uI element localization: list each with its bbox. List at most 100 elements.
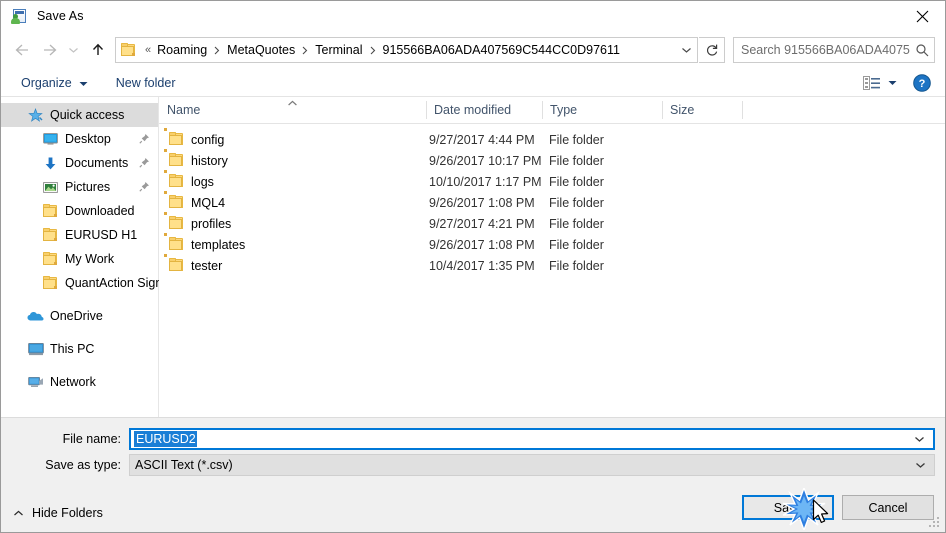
chevron-down-icon[interactable]: [915, 455, 926, 475]
save-button-label: Save: [773, 500, 803, 515]
table-row[interactable]: history 9/26/2017 10:17 PM File folder: [159, 149, 945, 171]
table-row[interactable]: config 9/27/2017 4:44 PM File folder: [159, 128, 945, 150]
content-area: Quick access Desktop Documents Pictures …: [1, 97, 945, 417]
breadcrumb-item-roaming[interactable]: Roaming: [155, 43, 209, 57]
sidebar-item-eurusd-h1[interactable]: EURUSD H1: [1, 223, 158, 247]
table-row[interactable]: tester 10/4/2017 1:35 PM File folder: [159, 254, 945, 276]
file-date-modified: 9/26/2017 1:08 PM: [429, 195, 535, 210]
save-as-type-value: ASCII Text (*.csv): [135, 458, 233, 472]
window-title: Save As: [37, 9, 84, 23]
organize-button[interactable]: Organize: [15, 71, 94, 95]
folder-icon: [164, 149, 185, 167]
folder-icon: [121, 42, 139, 58]
search-input[interactable]: Search 915566BA06ADA40756...: [733, 37, 935, 63]
organize-label: Organize: [21, 75, 72, 90]
file-name: MQL4: [191, 195, 226, 210]
sidebar-item-quantaction-signal[interactable]: QuantAction Signal: [1, 271, 172, 295]
folder-icon: [164, 191, 185, 209]
hide-folders-label: Hide Folders: [32, 506, 103, 520]
table-row[interactable]: MQL4 9/26/2017 1:08 PM File folder: [159, 191, 945, 213]
column-header-type[interactable]: Type: [542, 97, 662, 123]
file-date-modified: 9/27/2017 4:21 PM: [429, 216, 535, 231]
file-type: File folder: [549, 195, 604, 210]
recent-locations-chevron-icon[interactable]: [64, 37, 82, 63]
save-as-type-select[interactable]: ASCII Text (*.csv): [129, 454, 935, 476]
pin-icon[interactable]: [139, 157, 150, 171]
breadcrumb-item-terminal[interactable]: Terminal: [313, 43, 364, 57]
save-as-type-label: Save as type:: [45, 458, 121, 472]
sidebar-item-desktop[interactable]: Desktop: [1, 127, 158, 151]
column-header-size[interactable]: Size: [662, 97, 742, 123]
refresh-icon[interactable]: [699, 37, 725, 63]
chevron-down-icon[interactable]: [675, 38, 697, 62]
hide-folders-button[interactable]: Hide Folders: [13, 506, 103, 520]
folder-icon: [164, 212, 185, 230]
search-placeholder: Search 915566BA06ADA40756...: [741, 43, 910, 57]
file-type: File folder: [549, 237, 604, 252]
forward-arrow-icon[interactable]: [37, 37, 63, 63]
file-type: File folder: [549, 258, 604, 273]
sidebar-item-documents[interactable]: Documents: [1, 151, 158, 175]
sidebar-item-label: Documents: [65, 156, 129, 170]
svg-text:?: ?: [919, 78, 926, 90]
resize-grip[interactable]: [927, 515, 941, 529]
file-name: history: [191, 153, 228, 168]
up-arrow-icon[interactable]: [85, 37, 111, 63]
folder-icon: [42, 275, 59, 292]
search-icon: [910, 43, 934, 57]
sidebar-item-my-work[interactable]: My Work: [1, 247, 158, 271]
network-icon: [27, 374, 44, 391]
breadcrumb-item-terminal-id[interactable]: 915566BA06ADA407569C544CC0D97611: [381, 43, 622, 57]
sidebar-item-network[interactable]: Network: [1, 370, 158, 394]
sidebar-item-pictures[interactable]: Pictures: [1, 175, 158, 199]
toolbar: Organize New folder ?: [1, 69, 945, 97]
table-row[interactable]: templates 9/26/2017 1:08 PM File folder: [159, 233, 945, 255]
address-bar[interactable]: « Roaming MetaQuotes Terminal 915566BA06…: [115, 37, 698, 63]
sidebar-item-quick-access[interactable]: Quick access: [1, 103, 158, 127]
file-name: config: [191, 132, 225, 147]
save-button[interactable]: Save: [742, 495, 834, 520]
pin-icon[interactable]: [139, 181, 150, 195]
cancel-button-label: Cancel: [868, 500, 908, 515]
sidebar-item-this-pc[interactable]: This PC: [1, 337, 158, 361]
pin-icon[interactable]: [139, 133, 150, 147]
file-date-modified: 9/27/2017 4:44 PM: [429, 132, 535, 147]
table-row[interactable]: logs 10/10/2017 1:17 PM File folder: [159, 170, 945, 192]
new-folder-button[interactable]: New folder: [110, 71, 182, 95]
file-name: logs: [191, 174, 214, 189]
sidebar-item-label: OneDrive: [50, 309, 103, 323]
title-bar[interactable]: Save As: [1, 1, 945, 31]
column-header-date-modified[interactable]: Date modified: [426, 97, 542, 123]
help-button[interactable]: ?: [913, 74, 931, 92]
file-name-input[interactable]: EURUSD2: [129, 428, 935, 450]
sidebar-item-label: EURUSD H1: [65, 228, 138, 242]
sidebar-item-onedrive[interactable]: OneDrive: [1, 304, 158, 328]
close-icon[interactable]: [899, 1, 945, 31]
chevron-down-icon[interactable]: [914, 430, 925, 448]
new-folder-label: New folder: [115, 75, 176, 90]
table-row[interactable]: profiles 9/27/2017 4:21 PM File folder: [159, 212, 945, 234]
file-name-label: File name:: [62, 432, 121, 446]
chevron-right-icon: [209, 46, 225, 55]
chevron-down-icon[interactable]: [883, 80, 901, 86]
sidebar-item-label: QuantAction Signal: [65, 276, 173, 290]
list-view-icon[interactable]: [861, 74, 883, 92]
column-header-name[interactable]: Name: [159, 97, 426, 123]
sidebar-item-label: Desktop: [65, 132, 111, 146]
file-date-modified: 10/10/2017 1:17 PM: [429, 174, 542, 189]
sidebar-item-label: Downloaded: [65, 204, 135, 218]
sidebar-item-label: Quick access: [50, 108, 125, 122]
breadcrumb-overflow[interactable]: «: [141, 44, 155, 56]
breadcrumb-item-metaquotes[interactable]: MetaQuotes: [225, 43, 297, 57]
back-arrow-icon[interactable]: [9, 37, 35, 63]
folder-icon: [42, 203, 59, 220]
file-name: profiles: [191, 216, 232, 231]
file-list-pane: Name Date modified Type Size config 9/27…: [159, 97, 945, 417]
file-date-modified: 10/4/2017 1:35 PM: [429, 258, 535, 273]
column-divider[interactable]: [742, 101, 743, 119]
cancel-button[interactable]: Cancel: [842, 495, 934, 520]
sidebar-item-downloaded[interactable]: Downloaded: [1, 199, 158, 223]
sidebar-item-label: My Work: [65, 252, 115, 266]
folder-icon: [164, 233, 185, 251]
